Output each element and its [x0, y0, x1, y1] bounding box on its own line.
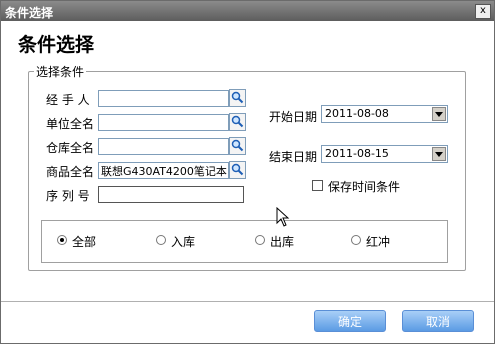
end-date-select[interactable]: 2011-08-15 — [321, 145, 448, 163]
window-title: 条件选择 — [5, 6, 54, 20]
search-icon — [231, 163, 244, 176]
company-label: 单位全名 — [46, 117, 95, 131]
start-date-dropdown-button[interactable] — [432, 107, 446, 121]
save-time-label[interactable]: 保存时间条件 — [328, 178, 400, 195]
mouse-cursor-icon — [276, 207, 290, 227]
chevron-down-icon — [435, 112, 443, 117]
handler-input[interactable] — [98, 90, 229, 107]
radio-all[interactable] — [57, 235, 67, 245]
cancel-button[interactable]: 取消 — [402, 310, 474, 332]
end-date-label: 结束日期 — [269, 150, 318, 164]
condition-group-legend: 选择条件 — [34, 63, 87, 80]
title-bar[interactable]: 条件选择 x — [1, 1, 494, 21]
chevron-down-icon — [435, 152, 443, 157]
serial-label: 序 列 号 — [46, 189, 90, 203]
start-date-label: 开始日期 — [269, 110, 318, 124]
radio-all-label[interactable]: 全部 — [72, 233, 96, 250]
company-search-button[interactable] — [229, 113, 246, 131]
radio-reverse[interactable] — [351, 235, 361, 245]
radio-out-label[interactable]: 出库 — [270, 233, 294, 250]
radio-selected-dot — [60, 238, 64, 242]
serial-input[interactable] — [98, 186, 244, 203]
search-icon — [231, 139, 244, 152]
warehouse-search-button[interactable] — [229, 137, 246, 155]
product-input[interactable]: 联想G430AT4200笔记本 — [98, 162, 229, 179]
handler-label: 经 手 人 — [46, 93, 90, 107]
handler-search-button[interactable] — [229, 89, 246, 107]
end-date-value: 2011-08-15 — [325, 147, 389, 160]
radio-in-label[interactable]: 入库 — [171, 233, 195, 250]
product-label: 商品全名 — [46, 165, 95, 179]
radio-out[interactable] — [255, 235, 265, 245]
search-icon — [231, 115, 244, 128]
ok-button[interactable]: 确定 — [314, 310, 386, 332]
company-input[interactable] — [98, 114, 229, 131]
end-date-dropdown-button[interactable] — [432, 147, 446, 161]
radio-reverse-label[interactable]: 红冲 — [366, 233, 390, 250]
warehouse-label: 仓库全名 — [46, 141, 95, 155]
close-icon: x — [480, 5, 486, 16]
page-title: 条件选择 — [18, 34, 95, 56]
dialog-window: 条件选择 x 条件选择 选择条件 经 手 人 单位全名 仓库全名 商品全名 联想… — [0, 0, 495, 344]
start-date-value: 2011-08-08 — [325, 107, 389, 120]
close-button[interactable]: x — [475, 4, 491, 19]
search-icon — [231, 91, 244, 104]
save-time-checkbox[interactable] — [312, 180, 323, 191]
product-search-button[interactable] — [229, 161, 246, 179]
start-date-select[interactable]: 2011-08-08 — [321, 105, 448, 123]
footer-divider — [1, 301, 494, 302]
warehouse-input[interactable] — [98, 138, 229, 155]
radio-in[interactable] — [156, 235, 166, 245]
